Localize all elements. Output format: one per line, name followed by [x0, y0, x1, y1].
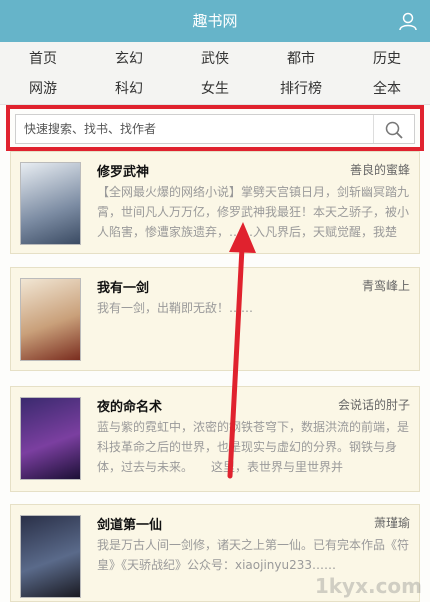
search-area	[6, 105, 424, 153]
book-author: 会说话的肘子	[337, 398, 410, 412]
book-cover[interactable]	[20, 515, 81, 598]
nav-item-home[interactable]: 首页	[0, 44, 86, 74]
nav-item-dushi[interactable]: 都市	[258, 44, 344, 74]
book-card-2[interactable]: 我有一剑 青鸾峰上 我有一剑，出鞘即无敌！……	[10, 267, 420, 371]
book-description: 我有一剑，出鞘即无敌！……	[97, 301, 254, 315]
user-icon[interactable]	[398, 11, 418, 31]
category-nav: 首页 玄幻 武侠 都市 历史 网游 科幻 女生 排行榜 全本	[0, 42, 430, 105]
search-button[interactable]	[373, 115, 414, 143]
nav-item-wangyou[interactable]: 网游	[0, 74, 86, 104]
search-icon	[385, 121, 403, 139]
book-description: 【全网最火爆的网络小说】掌劈天宫镇日月，剑斩幽冥踏九霄，世间凡人万万亿，修罗武神…	[97, 185, 410, 239]
nav-item-kehuan[interactable]: 科幻	[86, 74, 172, 104]
app-header: 趣书网	[0, 0, 430, 42]
book-title[interactable]: 夜的命名术	[97, 396, 162, 415]
book-author: 萧瑾瑜	[373, 516, 410, 530]
search-bar	[15, 114, 415, 144]
book-title[interactable]: 剑道第一仙	[97, 514, 162, 533]
book-cover[interactable]	[20, 278, 81, 361]
nav-row-1: 首页 玄幻 武侠 都市 历史	[0, 44, 430, 74]
site-title: 趣书网	[192, 12, 238, 30]
nav-item-lishi[interactable]: 历史	[344, 44, 430, 74]
book-title[interactable]: 修罗武神	[97, 161, 149, 180]
book-author: 青鸾峰上	[361, 279, 410, 293]
search-input[interactable]	[16, 115, 392, 143]
nav-item-completed[interactable]: 全本	[344, 74, 430, 104]
book-title[interactable]: 我有一剑	[97, 277, 149, 296]
book-cover[interactable]	[20, 397, 81, 480]
book-author: 善良的蜜蜂	[349, 163, 410, 177]
nav-row-2: 网游 科幻 女生 排行榜 全本	[0, 74, 430, 104]
nav-item-wuxia[interactable]: 武侠	[172, 44, 258, 74]
nav-item-ranking[interactable]: 排行榜	[258, 74, 344, 104]
book-description: 蓝与紫的霓虹中，浓密的钢铁苍穹下，数据洪流的前端，是科技革命之后的世界，也是现实…	[97, 420, 410, 474]
nav-item-xuanhuan[interactable]: 玄幻	[86, 44, 172, 74]
book-description: 我是万古人间一剑修，诸天之上第一仙。已有完本作品《符皇》《天骄战纪》公众号：xi…	[97, 538, 410, 572]
nav-item-nvsheng[interactable]: 女生	[172, 74, 258, 104]
watermark: 1kyx.com	[314, 574, 422, 598]
book-cover[interactable]	[20, 162, 81, 245]
book-card-1[interactable]: 修罗武神 善良的蜜蜂 【全网最火爆的网络小说】掌劈天宫镇日月，剑斩幽冥踏九霄，世…	[10, 151, 420, 254]
book-card-3[interactable]: 夜的命名术 会说话的肘子 蓝与紫的霓虹中，浓密的钢铁苍穹下，数据洪流的前端，是科…	[10, 386, 420, 492]
